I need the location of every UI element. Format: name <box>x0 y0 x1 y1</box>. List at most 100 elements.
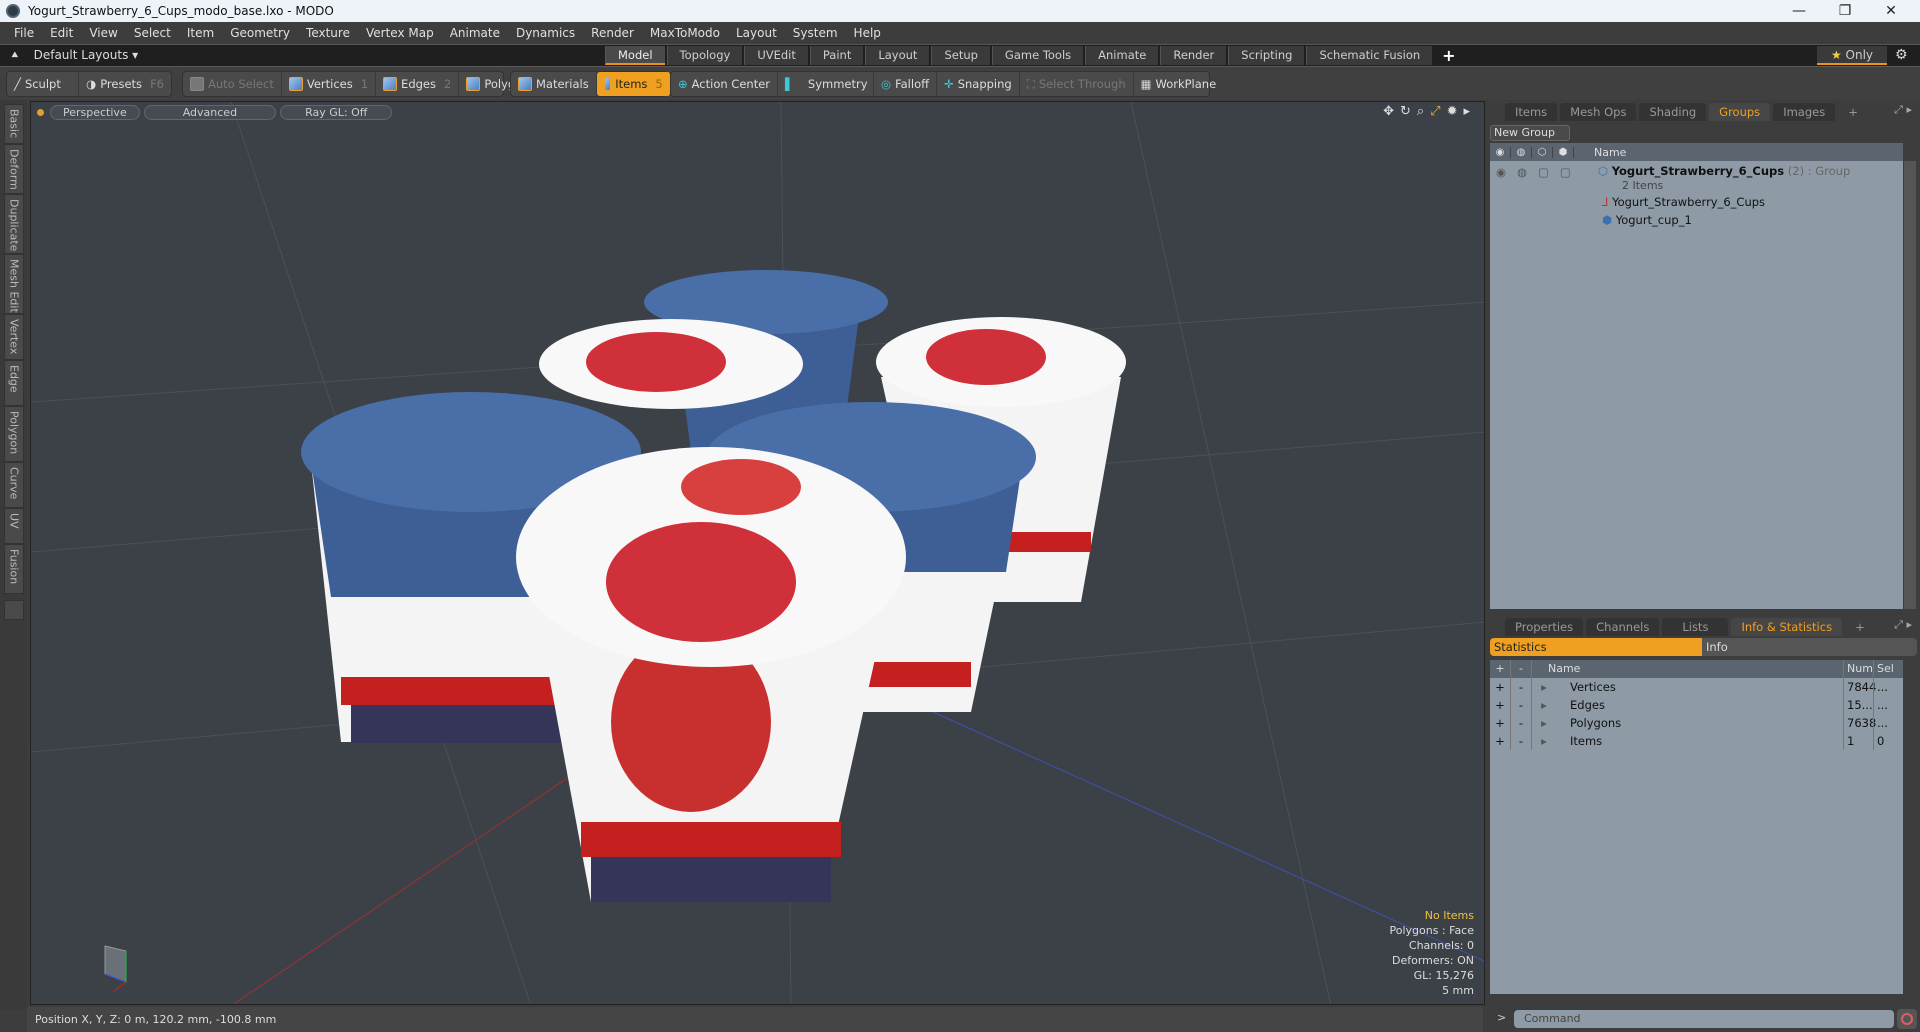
tab-setup[interactable]: Setup <box>931 46 990 65</box>
tab-uvedit[interactable]: UVEdit <box>744 46 808 65</box>
view-type-button[interactable]: Perspective <box>50 104 140 120</box>
maximize-icon[interactable]: ⤢ <box>1430 104 1440 119</box>
add-button[interactable]: + <box>1490 696 1511 714</box>
expand-arrow-icon[interactable]: ▸ <box>1532 732 1556 750</box>
zoom-icon[interactable]: ⌕ <box>1417 104 1424 119</box>
restore-button[interactable]: ❐ <box>1822 0 1868 22</box>
tab-images[interactable]: Images <box>1773 103 1836 121</box>
tab-mesh-ops[interactable]: Mesh Ops <box>1560 103 1637 121</box>
new-group-button[interactable]: New Group <box>1490 125 1570 141</box>
vtab-fusion[interactable]: Fusion <box>4 544 24 594</box>
workplane-button[interactable]: ▦ WorkPlane <box>1134 72 1224 96</box>
materials-button[interactable]: Materials <box>511 72 597 96</box>
add-panel-tab-button[interactable]: + <box>1838 103 1868 121</box>
minimize-button[interactable]: — <box>1776 0 1822 22</box>
expand-panel-icon[interactable]: ⤢ ▸ <box>1894 618 1912 632</box>
tab-game-tools[interactable]: Game Tools <box>991 46 1084 65</box>
falloff-button[interactable]: ◎ Falloff <box>874 72 938 96</box>
menu-geometry[interactable]: Geometry <box>222 26 298 40</box>
vtab-uv[interactable]: UV <box>4 508 24 544</box>
sculpt-button[interactable]: ╱ Sculpt <box>7 72 80 96</box>
group-row[interactable]: ⬡ Yogurt_Strawberry_6_Cups (2) : Group <box>1598 164 1850 178</box>
vtab-duplicate[interactable]: Duplicate <box>4 194 24 254</box>
expand-arrow-icon[interactable]: ▸ <box>1532 714 1556 732</box>
tab-topology[interactable]: Topology <box>666 46 743 65</box>
vtab-edge[interactable]: Edge <box>4 360 24 406</box>
close-button[interactable]: ✕ <box>1868 0 1914 22</box>
add-button[interactable]: + <box>1490 732 1511 750</box>
viewport-menu-dot[interactable] <box>37 108 44 116</box>
add-button[interactable]: + <box>1490 678 1511 696</box>
select-through-button[interactable]: ⛶ Select Through <box>1020 72 1134 96</box>
statistics-row[interactable]: + - ▸ Edges 15... ... <box>1490 696 1903 714</box>
add-button[interactable]: + <box>1490 714 1511 732</box>
tab-properties[interactable]: Properties <box>1505 618 1584 636</box>
menu-animate[interactable]: Animate <box>442 26 508 40</box>
menu-select[interactable]: Select <box>126 26 179 40</box>
tab-model[interactable]: Model <box>605 46 665 65</box>
auto-select-button[interactable]: Auto Select <box>183 72 282 96</box>
command-input[interactable]: Command <box>1514 1010 1894 1028</box>
more-icon[interactable]: ▸ <box>1463 104 1470 119</box>
tab-lists[interactable]: Lists <box>1662 618 1729 636</box>
gear-icon[interactable]: ⚙ <box>1895 47 1908 63</box>
vtab-deform[interactable]: Deform <box>4 144 24 194</box>
tab-scripting[interactable]: Scripting <box>1228 46 1305 65</box>
menu-item[interactable]: Item <box>179 26 222 40</box>
edges-button[interactable]: Edges 2 <box>376 72 460 96</box>
subtab-info[interactable]: Info <box>1702 638 1917 656</box>
remove-button[interactable]: - <box>1511 678 1532 696</box>
statistics-row[interactable]: + - ▸ Vertices 7844 ... <box>1490 678 1903 696</box>
vtab-basic[interactable]: Basic <box>4 104 24 144</box>
default-layouts-dropdown[interactable]: ⯅ Default Layouts ▾ <box>10 48 138 63</box>
vtab-extra[interactable] <box>4 600 24 620</box>
menu-dynamics[interactable]: Dynamics <box>508 26 583 40</box>
subtab-statistics[interactable]: Statistics <box>1490 638 1702 656</box>
expand-panel-icon[interactable]: ⤢ ▸ <box>1894 103 1912 117</box>
remove-button[interactable]: - <box>1511 714 1532 732</box>
presets-button[interactable]: ◑ Presets F6 <box>79 72 171 96</box>
statistics-row[interactable]: + - ▸ Items 1 0 <box>1490 732 1903 750</box>
group-child-row[interactable]: ⬢ Yogurt_cup_1 <box>1602 213 1692 227</box>
menu-file[interactable]: File <box>6 26 42 40</box>
vtab-curve[interactable]: Curve <box>4 462 24 508</box>
menu-edit[interactable]: Edit <box>42 26 81 40</box>
menu-system[interactable]: System <box>785 26 846 40</box>
expand-arrow-icon[interactable]: ▸ <box>1532 678 1556 696</box>
tab-items[interactable]: Items <box>1505 103 1558 121</box>
raygl-button[interactable]: Ray GL: Off <box>280 104 393 120</box>
tab-animate[interactable]: Animate <box>1085 46 1159 65</box>
3d-viewport[interactable]: Perspective Advanced Ray GL: Off ✥ ↻ ⌕ ⤢… <box>30 101 1485 1005</box>
record-macro-button[interactable] <box>1897 1009 1917 1029</box>
menu-help[interactable]: Help <box>846 26 889 40</box>
vtab-mesh-edit[interactable]: Mesh Edit <box>4 254 24 314</box>
menu-vertex-map[interactable]: Vertex Map <box>358 26 442 40</box>
menu-view[interactable]: View <box>81 26 125 40</box>
menu-render[interactable]: Render <box>583 26 642 40</box>
tab-layout[interactable]: Layout <box>865 46 930 65</box>
vtab-vertex[interactable]: Vertex <box>4 314 24 360</box>
only-button[interactable]: ★ Only <box>1817 46 1887 65</box>
items-button[interactable]: Items 5 <box>596 72 671 96</box>
expand-arrow-icon[interactable]: ▸ <box>1532 696 1556 714</box>
expand-all-header[interactable]: + <box>1490 660 1511 678</box>
shading-button[interactable]: Advanced <box>143 104 277 120</box>
settings-icon[interactable]: ✹ <box>1447 104 1458 119</box>
tab-shading[interactable]: Shading <box>1639 103 1707 121</box>
remove-button[interactable]: - <box>1511 732 1532 750</box>
action-center-button[interactable]: ⊕ Action Center <box>671 72 779 96</box>
tab-render[interactable]: Render <box>1160 46 1227 65</box>
collapse-all-header[interactable]: - <box>1511 660 1532 678</box>
snapping-button[interactable]: ✛ Snapping <box>937 72 1020 96</box>
tab-info-statistics[interactable]: Info & Statistics <box>1731 618 1843 636</box>
symmetry-button[interactable]: ▌ Symmetry <box>778 72 875 96</box>
menu-layout[interactable]: Layout <box>728 26 785 40</box>
rotate-icon[interactable]: ↻ <box>1400 104 1411 119</box>
menu-texture[interactable]: Texture <box>298 26 358 40</box>
menu-maxtomodo[interactable]: MaxToModo <box>642 26 728 40</box>
tab-groups[interactable]: Groups <box>1709 103 1771 121</box>
move-icon[interactable]: ✥ <box>1383 104 1394 119</box>
tab-schematic-fusion[interactable]: Schematic Fusion <box>1306 46 1433 65</box>
tab-channels[interactable]: Channels <box>1586 618 1660 636</box>
add-tab-button[interactable]: + <box>1434 46 1463 65</box>
